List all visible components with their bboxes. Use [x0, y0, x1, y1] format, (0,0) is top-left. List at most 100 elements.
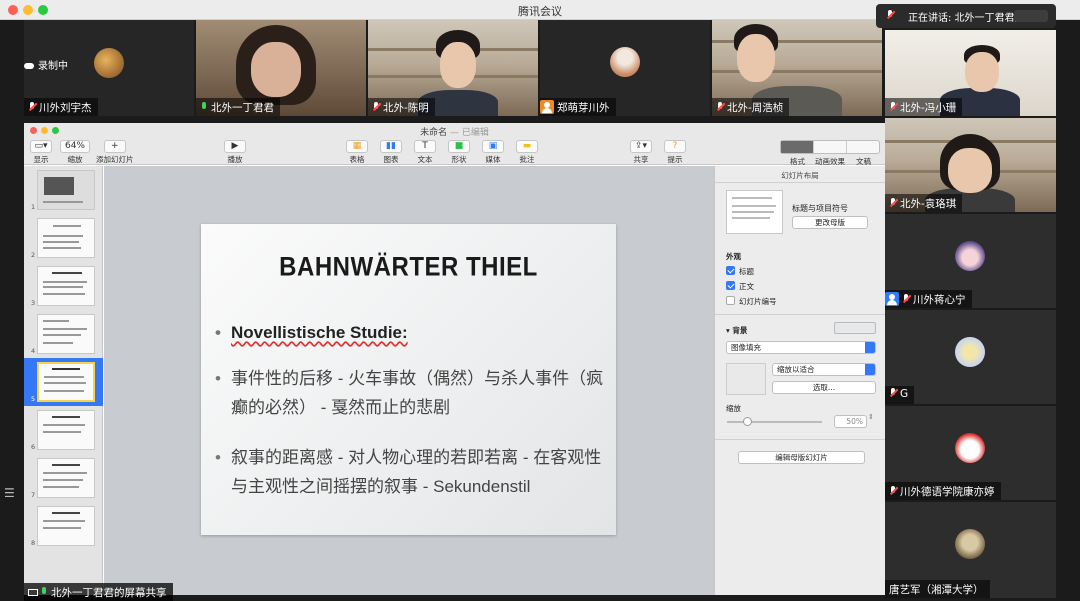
zoom-window-button[interactable] — [52, 127, 59, 134]
text-button[interactable]: T 文本 — [414, 140, 436, 165]
format-brush-icon[interactable] — [781, 141, 814, 153]
edit-master-button[interactable]: 编辑母版幻灯片 — [738, 451, 865, 464]
mic-muted-icon — [902, 294, 910, 304]
slide[interactable]: BAHNWÄRTER THIEL • Novellistische Studie:… — [201, 224, 616, 535]
share-button[interactable]: ⇪▾ 共享 — [630, 140, 652, 165]
mic-muted-icon — [889, 486, 897, 496]
view-button[interactable]: ▭▾ 显示 — [30, 140, 52, 165]
thumbnail-image — [37, 218, 95, 258]
keynote-titlebar: 未命名 — 已编辑 — [24, 123, 885, 138]
body-checkbox-label: 正文 — [739, 282, 754, 291]
participant-tile[interactable]: 北外-周浩桢 — [712, 20, 882, 116]
slide-thumbnail[interactable]: 4 — [24, 310, 103, 358]
slide-navigator: 1 2 3 4 5 6 7 8 — [24, 166, 103, 595]
participant-tile[interactable]: G — [885, 310, 1056, 404]
mic-muted-icon — [889, 388, 897, 398]
avatar — [955, 337, 985, 367]
inspector-header: 幻灯片布局 — [715, 166, 885, 183]
title-checkbox[interactable] — [726, 266, 735, 275]
stepper-icon[interactable]: ⇕ — [868, 413, 874, 421]
appearance-heading: 外观 — [726, 252, 741, 261]
chart-button[interactable]: ▮▮ 图表 — [380, 140, 402, 165]
participant-name: 北外一丁君君 — [196, 98, 280, 116]
table-icon: ▦ — [346, 140, 368, 153]
color-well[interactable] — [834, 322, 876, 334]
inspector-segment[interactable] — [780, 140, 880, 154]
choose-image-button[interactable]: 选取... — [772, 381, 876, 394]
layout-thumbnail[interactable] — [726, 190, 783, 234]
participant-tile[interactable]: 唐艺军（湘潭大学） — [885, 502, 1056, 598]
add-slide-button[interactable]: + 添加幻灯片 — [96, 140, 134, 165]
document-status: — 已编辑 — [450, 128, 489, 138]
participant-tile[interactable]: 录制中 川外刘宇杰 — [24, 20, 194, 116]
more-icon[interactable] — [1014, 10, 1048, 22]
divider — [715, 439, 885, 440]
slide-thumbnail[interactable]: 6 — [24, 406, 103, 454]
slide-thumbnail[interactable]: 1 — [24, 166, 103, 214]
comment-button[interactable]: ▬ 批注 — [516, 140, 538, 165]
slide-thumbnail[interactable]: 8 — [24, 502, 103, 550]
participant-tile[interactable]: 北外-冯小珊 — [885, 30, 1056, 116]
participant-tile[interactable]: 川外蒋心宁 — [885, 214, 1056, 308]
zoom-button[interactable]: 64% 缩放 — [60, 140, 90, 165]
scale-mode-select[interactable]: 缩放以适合 — [772, 363, 876, 376]
slide-thumbnail[interactable]: 3 — [24, 262, 103, 310]
play-button[interactable]: ▶ 播放 — [224, 140, 246, 165]
mic-on-icon — [200, 102, 208, 112]
scale-value-field[interactable]: 50% — [834, 415, 867, 428]
avatar — [610, 47, 640, 77]
cloud-icon — [24, 63, 34, 69]
slide-thumbnail[interactable]: 2 — [24, 214, 103, 262]
slider-knob[interactable] — [743, 417, 752, 426]
participant-tile[interactable]: 郑萌芽川外 — [540, 20, 710, 116]
document-icon[interactable] — [847, 141, 879, 153]
share-icon: ⇪▾ — [630, 140, 652, 153]
slide-thumbnail[interactable]: 7 — [24, 454, 103, 502]
media-button[interactable]: ▣ 媒体 — [482, 140, 504, 165]
lightbulb-icon: ? — [664, 140, 686, 153]
body-checkbox[interactable] — [726, 281, 735, 290]
participant-tile[interactable]: 北外-袁珞琪 — [885, 118, 1056, 212]
slide-bullet[interactable]: • Novellistische Studie: — [215, 318, 408, 347]
slide-bullet[interactable]: • 事件性的后移 - 火车事故（偶然）与杀人事件（疯癫的必然） - 戛然而止的悲剧 — [215, 364, 610, 422]
avatar — [955, 529, 985, 559]
list-toggle-icon[interactable]: ☰ — [4, 486, 15, 500]
thumbnail-image — [37, 506, 95, 546]
background-heading[interactable]: ▾ 背景 — [726, 325, 747, 336]
shape-button[interactable]: ■ 形状 — [448, 140, 470, 165]
comment-icon: ▬ — [516, 140, 538, 153]
change-master-button[interactable]: 更改母版 — [792, 216, 868, 229]
participant-tile[interactable]: 北外一丁君君 — [196, 20, 366, 116]
slide-thumbnail-selected[interactable]: 5 — [24, 358, 103, 406]
slide-bullet[interactable]: • 叙事的距离感 - 对人物心理的若即若离 - 在客观性与主观性之间摇摆的叙事 -… — [215, 443, 610, 501]
scale-label: 缩放 — [726, 404, 741, 413]
image-well[interactable] — [726, 363, 766, 395]
participant-name: 郑萌芽川外 — [540, 98, 616, 116]
scale-slider[interactable] — [727, 417, 822, 426]
bullet-icon: • — [215, 369, 221, 388]
thumbnail-image — [37, 458, 95, 498]
close-window-button[interactable] — [30, 127, 37, 134]
mic-muted-icon — [372, 102, 380, 112]
minimize-window-button[interactable] — [41, 127, 48, 134]
table-button[interactable]: ▦ 表格 — [346, 140, 368, 165]
slide-title[interactable]: BAHNWÄRTER THIEL — [201, 253, 616, 284]
avatar — [955, 433, 985, 463]
format-inspector: 幻灯片布局 标题与项目符号 更改母版 外观 标题 正文 幻灯片编号 ▾ 背景 图… — [714, 166, 885, 595]
tips-button[interactable]: ? 提示 — [664, 140, 686, 165]
thumbnail-image — [37, 362, 95, 402]
participant-name: 川外蒋心宁 — [885, 290, 972, 308]
participant-name: 唐艺军（湘潭大学） — [885, 580, 990, 598]
slide-number-checkbox[interactable] — [726, 296, 735, 305]
shelf — [712, 70, 882, 73]
participant-tile[interactable]: 川外德语学院康亦婷 — [885, 406, 1056, 500]
speaking-indicator: 正在讲话: 北外一丁君君; — [876, 4, 1056, 28]
participant-name: 川外德语学院康亦婷 — [885, 482, 1001, 500]
fill-type-select[interactable]: 图像填充 — [726, 341, 876, 354]
sidebar-icon: ▭▾ — [30, 140, 52, 153]
participant-tile[interactable]: 北外-陈明 — [368, 20, 538, 116]
recording-indicator: 录制中 — [24, 57, 68, 72]
participant-name: 北外-冯小珊 — [885, 98, 963, 116]
animate-icon[interactable] — [814, 141, 847, 153]
slide-canvas[interactable]: BAHNWÄRTER THIEL • Novellistische Studie:… — [104, 166, 714, 595]
